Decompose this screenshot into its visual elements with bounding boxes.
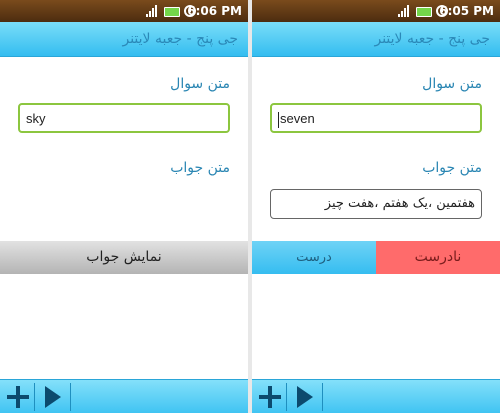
- title-bar: جی پنج - جعبه لایتنر: [252, 22, 500, 57]
- title-bar: جی پنج - جعبه لایتنر: [0, 22, 248, 57]
- question-label: متن سوال: [422, 76, 482, 92]
- signal-icon: [398, 5, 412, 17]
- show-answer-button[interactable]: نمایش جواب: [0, 241, 248, 274]
- status-bar: 6:05 PM: [252, 0, 500, 22]
- battery-icon: [164, 7, 180, 17]
- answer-label: متن جواب: [422, 160, 482, 176]
- status-time: 6:06 PM: [187, 4, 242, 18]
- question-value: seven: [280, 111, 315, 126]
- plus-icon[interactable]: [254, 380, 286, 413]
- answer-field[interactable]: هفتمین ،یک هفتم ،هفت چیز: [270, 189, 482, 219]
- answer-label: متن جواب: [170, 160, 230, 176]
- status-bar: 6:06 PM: [0, 0, 248, 22]
- bottom-toolbar: [0, 379, 248, 413]
- wrong-button[interactable]: نادرست: [376, 241, 500, 274]
- phone-screen-right: 6:05 PM جی پنج - جعبه لایتنر متن سوال se…: [252, 0, 500, 413]
- plus-icon[interactable]: [2, 380, 34, 413]
- screens-container: 6:06 PM جی پنج - جعبه لایتنر متن سوال sk…: [0, 0, 500, 413]
- battery-icon: [416, 7, 432, 17]
- question-label: متن سوال: [170, 76, 230, 92]
- app-title: جی پنج - جعبه لایتنر: [122, 31, 238, 47]
- app-title: جی پنج - جعبه لایتنر: [374, 31, 490, 47]
- text-caret: [278, 111, 279, 128]
- play-icon[interactable]: [288, 380, 320, 413]
- signal-icon: [146, 5, 160, 17]
- question-input[interactable]: sky: [18, 103, 230, 133]
- bottom-toolbar: [252, 379, 500, 413]
- phone-screen-left: 6:06 PM جی پنج - جعبه لایتنر متن سوال sk…: [0, 0, 248, 413]
- correct-button[interactable]: درست: [252, 241, 376, 274]
- play-icon[interactable]: [36, 380, 68, 413]
- status-time: 6:05 PM: [439, 4, 494, 18]
- question-input[interactable]: seven: [270, 103, 482, 133]
